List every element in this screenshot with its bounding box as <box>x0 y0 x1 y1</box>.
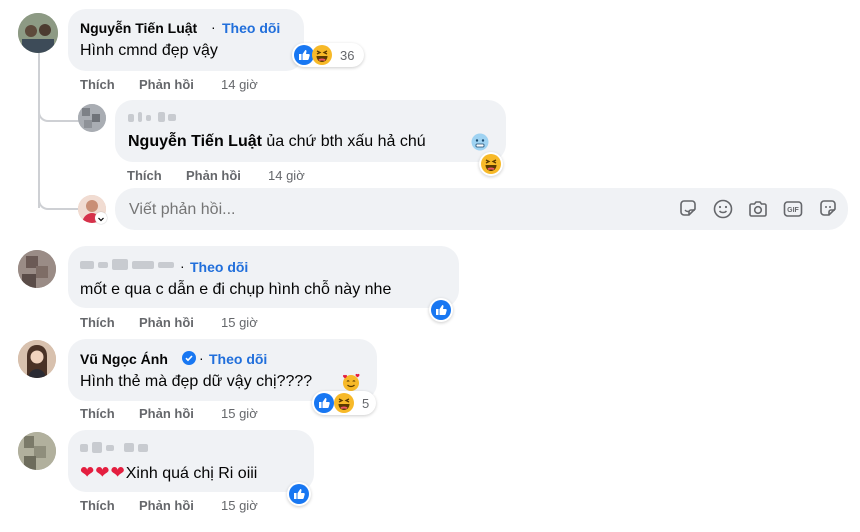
reply-button[interactable]: Phản hồi <box>139 315 194 330</box>
comment-text: mốt e qua c dẫn e đi chụp hình chỗ này n… <box>80 281 392 298</box>
like-reaction-icon <box>431 300 451 320</box>
comment-body: Xinh quá chị Ri oiii <box>125 465 258 482</box>
comment-bubble <box>68 9 304 71</box>
separator-dot: · <box>199 350 204 366</box>
like-button[interactable]: Thích <box>80 406 115 421</box>
avatar[interactable] <box>18 13 58 53</box>
avatar-sticker-icon[interactable] <box>817 198 839 220</box>
like-reaction-icon <box>314 393 334 413</box>
haha-reaction-icon <box>481 154 501 174</box>
reaction-summary[interactable]: 36 <box>292 43 364 67</box>
verified-badge-icon <box>182 351 196 365</box>
reply-button[interactable]: Phản hồi <box>139 498 194 513</box>
sticker-icon[interactable] <box>677 198 699 220</box>
reaction-summary[interactable]: 5 <box>312 391 376 415</box>
emoji-icon[interactable] <box>712 198 734 220</box>
separator-dot: · <box>180 258 185 274</box>
comment-text: ❤❤❤Xinh quá chị Ri oiii <box>80 463 257 483</box>
avatar-status-chevron[interactable] <box>95 212 107 224</box>
camera-icon[interactable] <box>747 198 769 220</box>
comment-bubble <box>115 100 506 162</box>
reaction-summary[interactable] <box>479 152 503 176</box>
reply-input[interactable] <box>127 197 651 223</box>
like-button[interactable]: Thích <box>80 315 115 330</box>
timestamp[interactable]: 15 giờ <box>221 406 258 421</box>
gif-icon[interactable]: GIF <box>782 198 804 220</box>
reaction-count: 36 <box>340 48 355 63</box>
reply-button[interactable]: Phản hồi <box>139 77 194 92</box>
thread-line-branch <box>38 180 80 210</box>
reply-button[interactable]: Phản hồi <box>186 168 241 183</box>
like-reaction-icon <box>289 484 309 504</box>
comment-text: Hình cmnd đẹp vậy <box>80 42 218 59</box>
timestamp[interactable]: 15 giờ <box>221 315 258 330</box>
hearts-emoji: ❤❤❤ <box>80 463 126 482</box>
mention-link[interactable]: Nguyễn Tiến Luật <box>128 133 262 150</box>
reaction-count: 5 <box>362 396 370 411</box>
svg-text:GIF: GIF <box>787 207 799 214</box>
follow-link[interactable]: Theo dõi <box>209 351 267 367</box>
comment-author[interactable]: Vũ Ngọc Ánh <box>80 351 168 367</box>
reaction-summary[interactable] <box>287 482 311 506</box>
blurred-author-name <box>80 259 185 271</box>
follow-link[interactable]: Theo dõi <box>190 259 248 275</box>
timestamp[interactable]: 14 giờ <box>221 77 258 92</box>
comment-text: Nguyễn Tiến Luật ủa chứ bth xấu hả chú <box>128 133 426 151</box>
blurred-author-name <box>80 442 160 454</box>
like-button[interactable]: Thích <box>80 77 115 92</box>
haha-reaction-icon <box>334 393 354 413</box>
reply-text: ủa chứ bth xấu hả chú <box>266 133 426 150</box>
comment-text: Hình thẻ mà đẹp dữ vậy chị???? <box>80 373 313 390</box>
separator-dot: · <box>211 19 216 35</box>
timestamp[interactable]: 15 giờ <box>221 498 258 513</box>
avatar[interactable] <box>78 104 106 132</box>
comment-author[interactable]: Nguyễn Tiến Luật <box>80 20 197 36</box>
blurred-author-name <box>128 112 188 122</box>
avatar[interactable] <box>18 250 56 288</box>
avatar[interactable] <box>18 340 56 378</box>
follow-link[interactable]: Theo dõi <box>222 20 280 36</box>
like-button[interactable]: Thích <box>127 168 162 183</box>
like-button[interactable]: Thích <box>80 498 115 513</box>
smiling-hearts-emoji-icon <box>343 373 360 391</box>
reaction-summary[interactable] <box>429 298 453 322</box>
haha-reaction-icon <box>312 45 332 65</box>
like-reaction-icon <box>294 45 314 65</box>
avatar[interactable] <box>18 432 56 470</box>
thread-line-branch <box>38 94 80 122</box>
timestamp[interactable]: 14 giờ <box>268 168 305 183</box>
cold-face-emoji-icon <box>471 133 489 151</box>
reply-button[interactable]: Phản hồi <box>139 406 194 421</box>
